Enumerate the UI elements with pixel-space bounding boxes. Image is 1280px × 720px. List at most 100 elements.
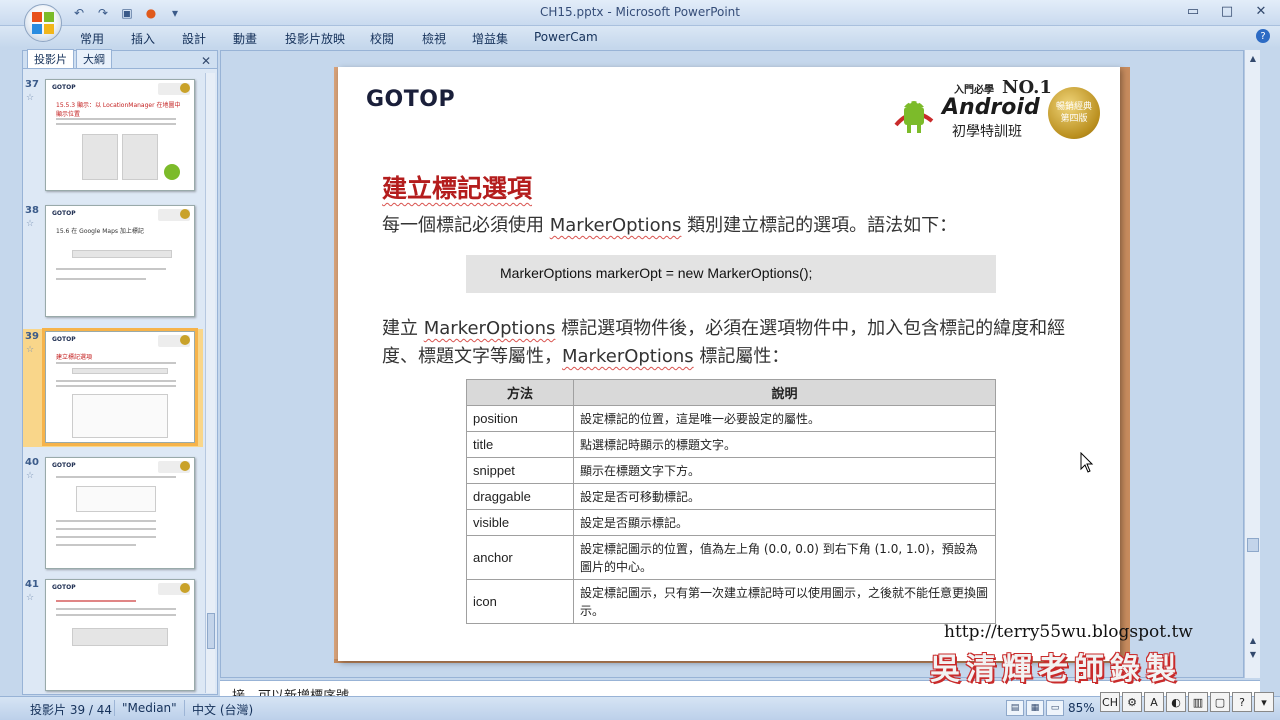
slide-title: 建立標記選項 bbox=[382, 174, 533, 203]
slide-thumbnail[interactable]: 40 ☆ GOTOP bbox=[23, 455, 203, 573]
zoom-level[interactable]: 85% bbox=[1068, 701, 1095, 715]
android-robot-icon bbox=[894, 100, 934, 133]
body-paragraph: 建立 MarkerOptions 標記選項物件後，必須在選項物件中，加入包含標記… bbox=[382, 315, 1082, 371]
window-title: CH15.pptx - Microsoft PowerPoint bbox=[540, 5, 740, 19]
office-logo-icon bbox=[32, 12, 54, 34]
slide-number: 41 bbox=[25, 579, 39, 590]
slide-thumbnail[interactable]: 38 ☆ GOTOP 15.6 在 Google Maps 加上標記 bbox=[23, 203, 203, 321]
slideshow-view-icon[interactable]: ▭ bbox=[1046, 700, 1064, 716]
status-bar: 投影片 39 / 44 "Median" 中文 (台灣) ▤ ▦ ▭ 85% bbox=[0, 696, 1280, 720]
slide-preview: GOTOP 15.5.3 顯示：以 LocationManager 在地圖中顯示… bbox=[45, 79, 195, 191]
slides-panel-scrollbar[interactable] bbox=[205, 73, 215, 693]
language-indicator[interactable]: 中文 (台灣) bbox=[192, 701, 253, 718]
ime-mode-icon[interactable]: CH bbox=[1100, 692, 1120, 712]
slide-thumbnail-selected[interactable]: 39 ☆ GOTOP 建立標記選項 bbox=[23, 328, 203, 447]
gotop-logo: GOTOP bbox=[366, 87, 456, 112]
description-cell: 設定標記的位置，這是唯一必要設定的屬性。 bbox=[573, 405, 996, 432]
tab-slideshow[interactable]: 投影片放映 bbox=[285, 30, 345, 47]
tab-outline[interactable]: 大綱 bbox=[76, 49, 112, 68]
description-cell: 設定是否可移動標記。 bbox=[573, 483, 996, 510]
tab-animations[interactable]: 動畫 bbox=[233, 30, 257, 47]
brand-product: Android bbox=[942, 95, 1040, 120]
ime-tool-icon[interactable]: ▢ bbox=[1210, 692, 1230, 712]
description-cell: 設定標記圖示的位置，值為左上角 (0.0, 0.0) 到右下角 (1.0, 1.… bbox=[573, 535, 996, 580]
slide-sorter-icon[interactable]: ▦ bbox=[1026, 700, 1044, 716]
table-header-row: 方法 說明 bbox=[466, 379, 996, 406]
brand-subtitle: 初學特訓班 bbox=[952, 124, 1022, 140]
tab-review[interactable]: 校閱 bbox=[370, 30, 394, 47]
slide-preview: GOTOP bbox=[45, 457, 195, 569]
ime-help-icon[interactable]: ? bbox=[1232, 692, 1252, 712]
slide-border bbox=[1120, 67, 1130, 661]
method-cell: snippet bbox=[466, 457, 574, 484]
animation-star-icon: ☆ bbox=[26, 593, 35, 603]
close-panel-icon[interactable]: ✕ bbox=[201, 54, 211, 68]
slide-thumbnail[interactable]: 41 ☆ GOTOP bbox=[23, 577, 203, 695]
animation-star-icon: ☆ bbox=[26, 93, 35, 103]
slide-preview: GOTOP bbox=[45, 579, 195, 691]
tab-slides[interactable]: 投影片 bbox=[27, 49, 74, 68]
ime-menu-icon[interactable]: ▾ bbox=[1254, 692, 1274, 712]
ime-settings-icon[interactable]: ⚙ bbox=[1122, 692, 1142, 712]
ime-keyboard-icon[interactable]: ▥ bbox=[1188, 692, 1208, 712]
code-block: MarkerOptions markerOpt = new MarkerOpti… bbox=[466, 255, 996, 293]
scroll-thumb[interactable] bbox=[1247, 538, 1259, 552]
slide-preview: GOTOP 建立標記選項 bbox=[42, 328, 198, 446]
method-cell: visible bbox=[466, 509, 574, 536]
table-row: position 設定標記的位置，這是唯一必要設定的屬性。 bbox=[466, 405, 996, 432]
thumb-title: 15.5.3 顯示：以 LocationManager 在地圖中顯示位置 bbox=[56, 102, 181, 118]
tab-view[interactable]: 檢視 bbox=[422, 30, 446, 47]
class-name: MarkerOptions bbox=[562, 346, 694, 367]
scroll-down-icon[interactable]: ▼ bbox=[1247, 648, 1259, 660]
edition-seal: 暢銷經典 第四版 bbox=[1048, 87, 1100, 139]
table-row: icon 設定標記圖示，只有第一次建立標記時可以使用圖示，之後就不能任意更換圖示… bbox=[466, 579, 996, 624]
ime-letter-icon[interactable]: A bbox=[1144, 692, 1164, 712]
description-cell: 設定標記圖示，只有第一次建立標記時可以使用圖示，之後就不能任意更換圖示。 bbox=[573, 579, 996, 624]
slide-number: 37 bbox=[25, 79, 39, 90]
seal-line: 暢銷經典 bbox=[1055, 102, 1092, 112]
notes-text: 接、可以新增標序號 bbox=[232, 685, 349, 696]
tab-insert[interactable]: 插入 bbox=[131, 30, 155, 47]
theme-name: "Median" bbox=[122, 701, 177, 715]
slides-panel-tabs: 投影片 大綱 bbox=[23, 49, 217, 69]
text-run: 類別建立標記的選項。語法如下： bbox=[681, 215, 958, 236]
slide-counter: 投影片 39 / 44 bbox=[30, 703, 113, 717]
tab-powercam[interactable]: PowerCam bbox=[534, 30, 598, 44]
description-cell: 點選標記時顯示的標題文字。 bbox=[573, 431, 996, 458]
window-controls: ▭ □ ✕ bbox=[1182, 2, 1272, 20]
ime-punct-icon[interactable]: ◐ bbox=[1166, 692, 1186, 712]
tab-home[interactable]: 常用 bbox=[80, 30, 104, 47]
method-cell: anchor bbox=[466, 535, 574, 580]
tab-design[interactable]: 設計 bbox=[182, 30, 206, 47]
office-button[interactable] bbox=[24, 4, 62, 42]
minimize-icon[interactable]: ▭ bbox=[1182, 2, 1204, 20]
help-icon[interactable]: ? bbox=[1256, 29, 1270, 43]
brand-tagline: 入門必學 bbox=[954, 85, 994, 96]
method-cell: position bbox=[466, 405, 574, 432]
slide-thumbnail[interactable]: 37 ☆ GOTOP 15.5.3 顯示：以 LocationManager 在… bbox=[23, 77, 203, 195]
maximize-icon[interactable]: □ bbox=[1216, 2, 1238, 20]
normal-view-icon[interactable]: ▤ bbox=[1006, 700, 1024, 716]
column-header: 方法 bbox=[466, 379, 574, 406]
slide-number: 40 bbox=[25, 457, 39, 468]
slide-number: 38 bbox=[25, 205, 39, 216]
slide-preview: GOTOP 15.6 在 Google Maps 加上標記 bbox=[45, 205, 195, 317]
table-row: snippet 顯示在標題文字下方。 bbox=[466, 457, 996, 484]
class-name: MarkerOptions bbox=[549, 215, 682, 236]
scroll-thumb[interactable] bbox=[207, 613, 215, 649]
close-icon[interactable]: ✕ bbox=[1250, 2, 1272, 20]
scroll-up-icon[interactable]: ▲ bbox=[1247, 52, 1259, 64]
method-cell: icon bbox=[466, 579, 574, 624]
slide-scrollbar[interactable]: ▲ ▲ ▼ bbox=[1244, 50, 1260, 678]
tab-addins[interactable]: 增益集 bbox=[472, 30, 508, 47]
scroll-up-icon[interactable]: ▲ bbox=[1247, 634, 1259, 646]
animation-star-icon: ☆ bbox=[26, 471, 35, 481]
mouse-cursor-icon bbox=[1080, 452, 1094, 473]
description-cell: 顯示在標題文字下方。 bbox=[573, 457, 996, 484]
watermark-url: http://terry55wu.blogspot.tw bbox=[944, 622, 1193, 642]
text-run: 每一個標記必須使用 bbox=[382, 215, 550, 236]
column-header: 說明 bbox=[573, 379, 996, 406]
title-bar: ↶ ↷ ▣ ● ▾ CH15.pptx - Microsoft PowerPoi… bbox=[0, 0, 1280, 26]
table-row: title 點選標記時顯示的標題文字。 bbox=[466, 431, 996, 458]
current-slide[interactable]: GOTOP 入門必學 NO.1 Android 初學特訓班 暢銷經典 第四版 建… bbox=[338, 67, 1120, 661]
